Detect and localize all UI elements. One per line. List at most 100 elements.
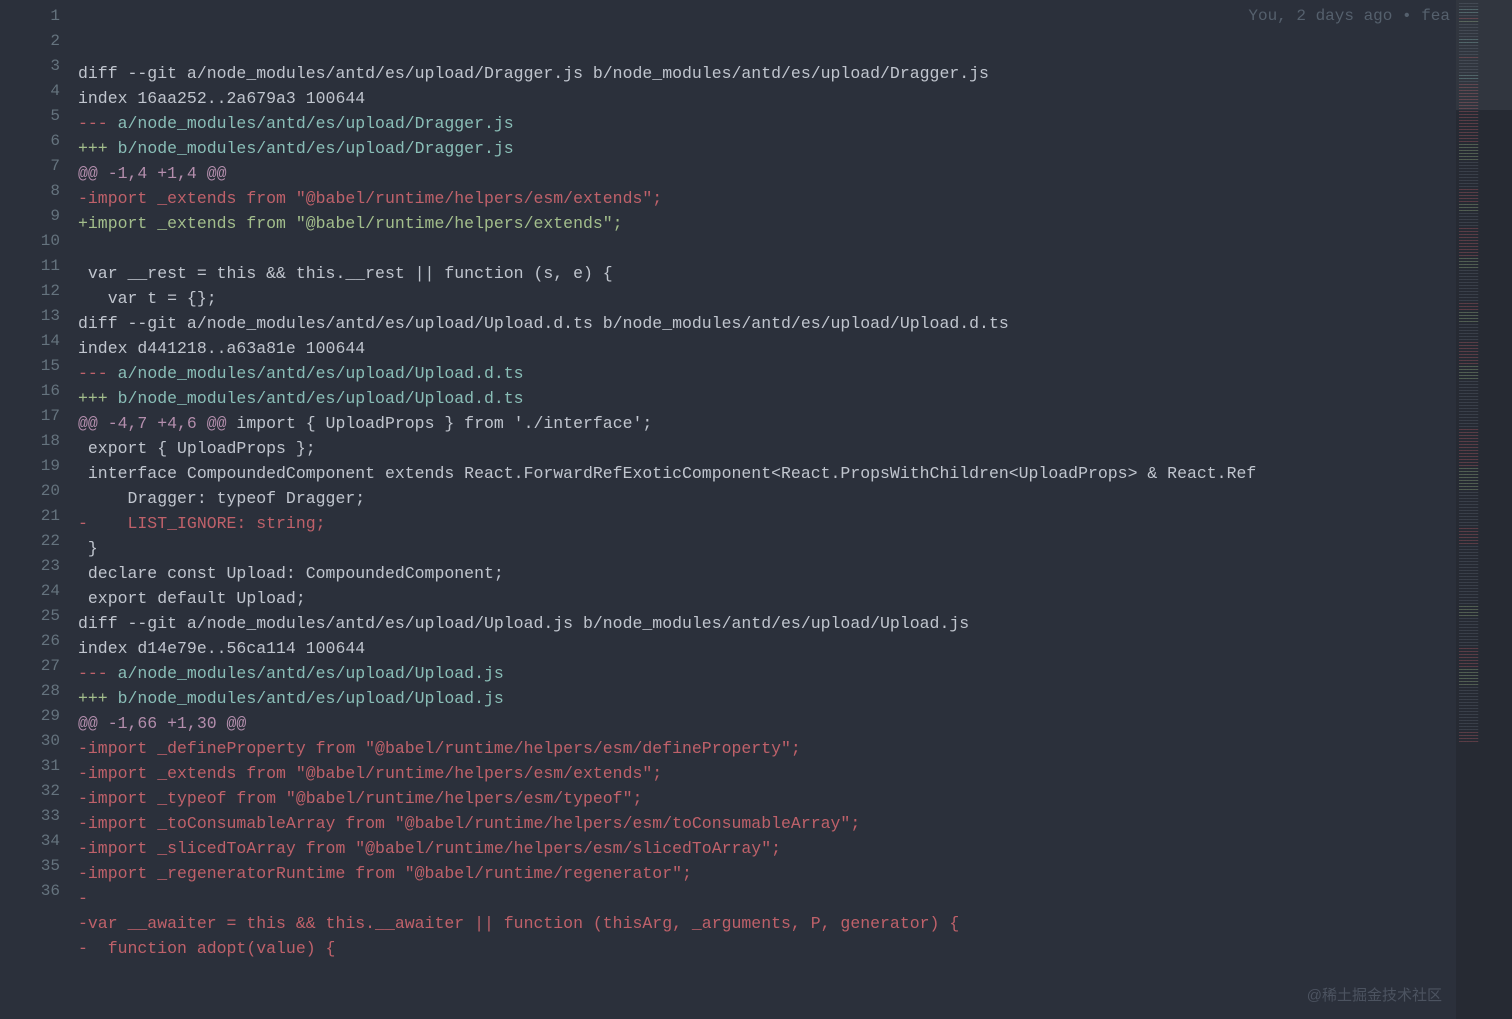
- line-number: 4: [0, 79, 78, 104]
- code-line[interactable]: export { UploadProps };: [78, 436, 1512, 461]
- code-token: -: [78, 889, 88, 908]
- code-line[interactable]: -import _toConsumableArray from "@babel/…: [78, 811, 1512, 836]
- code-token: [78, 239, 88, 258]
- line-number: 11: [0, 254, 78, 279]
- line-number: 2: [0, 29, 78, 54]
- code-line[interactable]: - function adopt(value) {: [78, 936, 1512, 961]
- code-line[interactable]: interface CompoundedComponent extends Re…: [78, 461, 1512, 486]
- line-number: 20: [0, 479, 78, 504]
- code-token: diff --git a/node_modules/antd/es/upload…: [78, 314, 1009, 333]
- code-token: -import _typeof from "@babel/runtime/hel…: [78, 789, 642, 808]
- code-line[interactable]: [78, 236, 1512, 261]
- code-token: ---: [78, 664, 118, 683]
- code-token: @@ -1,4 +1,4 @@: [78, 164, 227, 183]
- minimap[interactable]: ━━━━━━━━━━━━━━━━━━━━━━━━━━━━━━━━━━━━━━━━…: [1456, 0, 1512, 1019]
- line-number: 33: [0, 804, 78, 829]
- line-number-gutter: 1234567891011121314151617181920212223242…: [0, 0, 78, 1019]
- code-token: +++: [78, 389, 118, 408]
- git-blame-annotation: You, 2 days ago • fea: [1218, 4, 1450, 29]
- code-area[interactable]: You, 2 days ago • fea diff --git a/node_…: [78, 0, 1512, 1019]
- line-number: 3: [0, 54, 78, 79]
- code-line[interactable]: --- a/node_modules/antd/es/upload/Upload…: [78, 361, 1512, 386]
- line-number: 27: [0, 654, 78, 679]
- code-token: var t = {};: [78, 289, 217, 308]
- line-number: 25: [0, 604, 78, 629]
- code-line[interactable]: @@ -1,4 +1,4 @@: [78, 161, 1512, 186]
- line-number: 21: [0, 504, 78, 529]
- code-line[interactable]: @@ -4,7 +4,6 @@ import { UploadProps } f…: [78, 411, 1512, 436]
- line-number: 29: [0, 704, 78, 729]
- code-line[interactable]: -import _slicedToArray from "@babel/runt…: [78, 836, 1512, 861]
- code-line[interactable]: export default Upload;: [78, 586, 1512, 611]
- code-token: ---: [78, 364, 118, 383]
- code-line[interactable]: +++ b/node_modules/antd/es/upload/Dragge…: [78, 136, 1512, 161]
- line-number: 26: [0, 629, 78, 654]
- code-line[interactable]: @@ -1,66 +1,30 @@: [78, 711, 1512, 736]
- code-line[interactable]: var __rest = this && this.__rest || func…: [78, 261, 1512, 286]
- code-token: b/node_modules/antd/es/upload/Upload.js: [118, 689, 504, 708]
- code-line[interactable]: +++ b/node_modules/antd/es/upload/Upload…: [78, 686, 1512, 711]
- code-token: a/node_modules/antd/es/upload/Dragger.js: [118, 114, 514, 133]
- line-number: 34: [0, 829, 78, 854]
- code-line[interactable]: }: [78, 536, 1512, 561]
- code-line[interactable]: index d14e79e..56ca114 100644: [78, 636, 1512, 661]
- code-token: -import _defineProperty from "@babel/run…: [78, 739, 801, 758]
- code-token: var __rest = this && this.__rest || func…: [78, 264, 613, 283]
- code-line[interactable]: -import _extends from "@babel/runtime/he…: [78, 186, 1512, 211]
- code-token: -import _extends from "@babel/runtime/he…: [78, 764, 662, 783]
- line-number: 9: [0, 204, 78, 229]
- code-token: +import _extends from "@babel/runtime/he…: [78, 214, 623, 233]
- code-line[interactable]: -var __awaiter = this && this.__awaiter …: [78, 911, 1512, 936]
- code-line[interactable]: -import _extends from "@babel/runtime/he…: [78, 761, 1512, 786]
- line-number: 1: [0, 4, 78, 29]
- code-line[interactable]: -import _regeneratorRuntime from "@babel…: [78, 861, 1512, 886]
- code-line[interactable]: diff --git a/node_modules/antd/es/upload…: [78, 311, 1512, 336]
- line-number: 17: [0, 404, 78, 429]
- line-number: 36: [0, 879, 78, 904]
- code-token: +++: [78, 139, 118, 158]
- code-token: b/node_modules/antd/es/upload/Upload.d.t…: [118, 389, 524, 408]
- line-number: 7: [0, 154, 78, 179]
- line-number: 19: [0, 454, 78, 479]
- code-token: index d14e79e..56ca114 100644: [78, 639, 365, 658]
- code-token: diff --git a/node_modules/antd/es/upload…: [78, 64, 989, 83]
- minimap-viewport[interactable]: [1456, 0, 1512, 110]
- code-line[interactable]: - LIST_IGNORE: string;: [78, 511, 1512, 536]
- code-line[interactable]: -: [78, 886, 1512, 911]
- code-line[interactable]: Dragger: typeof Dragger;: [78, 486, 1512, 511]
- code-line[interactable]: +++ b/node_modules/antd/es/upload/Upload…: [78, 386, 1512, 411]
- code-token: interface CompoundedComponent extends Re…: [78, 464, 1256, 483]
- code-line[interactable]: diff --git a/node_modules/antd/es/upload…: [78, 61, 1512, 86]
- code-line[interactable]: var t = {};: [78, 286, 1512, 311]
- line-number: 23: [0, 554, 78, 579]
- code-token: a/node_modules/antd/es/upload/Upload.js: [118, 664, 504, 683]
- code-token: index d441218..a63a81e 100644: [78, 339, 365, 358]
- code-line[interactable]: index 16aa252..2a679a3 100644: [78, 86, 1512, 111]
- code-line[interactable]: --- a/node_modules/antd/es/upload/Upload…: [78, 661, 1512, 686]
- code-token: index 16aa252..2a679a3 100644: [78, 89, 365, 108]
- line-number: 5: [0, 104, 78, 129]
- code-line[interactable]: --- a/node_modules/antd/es/upload/Dragge…: [78, 111, 1512, 136]
- line-number: 16: [0, 379, 78, 404]
- line-number: 35: [0, 854, 78, 879]
- code-token: }: [78, 539, 98, 558]
- line-number: 32: [0, 779, 78, 804]
- line-number: 10: [0, 229, 78, 254]
- code-token: Dragger: typeof Dragger;: [78, 489, 365, 508]
- code-line[interactable]: -import _typeof from "@babel/runtime/hel…: [78, 786, 1512, 811]
- code-token: export { UploadProps };: [78, 439, 316, 458]
- line-number: 18: [0, 429, 78, 454]
- code-line[interactable]: index d441218..a63a81e 100644: [78, 336, 1512, 361]
- code-token: - LIST_IGNORE: string;: [78, 514, 326, 533]
- code-token: +++: [78, 689, 118, 708]
- code-line[interactable]: +import _extends from "@babel/runtime/he…: [78, 211, 1512, 236]
- code-line[interactable]: -import _defineProperty from "@babel/run…: [78, 736, 1512, 761]
- code-line[interactable]: declare const Upload: CompoundedComponen…: [78, 561, 1512, 586]
- line-number: 15: [0, 354, 78, 379]
- line-number: 31: [0, 754, 78, 779]
- code-token: b/node_modules/antd/es/upload/Dragger.js: [118, 139, 514, 158]
- line-number: 24: [0, 579, 78, 604]
- code-line[interactable]: diff --git a/node_modules/antd/es/upload…: [78, 611, 1512, 636]
- code-token: diff --git a/node_modules/antd/es/upload…: [78, 614, 969, 633]
- code-token: -import _extends from "@babel/runtime/he…: [78, 189, 662, 208]
